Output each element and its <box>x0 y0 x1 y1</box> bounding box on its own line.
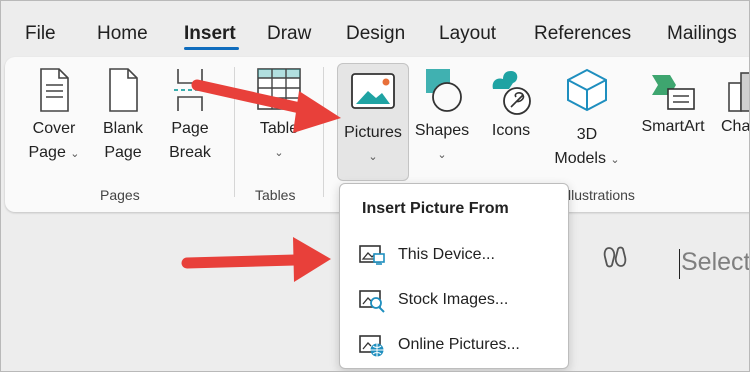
icons-button[interactable]: Icons <box>481 67 541 143</box>
page-break-label-2: Break <box>169 144 211 161</box>
3d-models-icon <box>567 68 607 112</box>
page-break-button[interactable]: Page Break <box>161 67 219 165</box>
tab-references[interactable]: References <box>534 23 631 45</box>
tab-home[interactable]: Home <box>97 23 148 45</box>
blank-page-label-2: Page <box>104 144 142 161</box>
table-label: Table <box>259 120 299 137</box>
online-pictures-label: Online Pictures... <box>398 336 520 353</box>
active-tab-indicator <box>184 47 239 50</box>
blank-page-label-1: Blank <box>102 120 144 137</box>
chart-label: Cha <box>721 118 750 135</box>
icons-label: Icons <box>491 122 531 139</box>
smartart-label: SmartArt <box>641 118 705 135</box>
page-break-icon <box>174 69 206 111</box>
cover-page-label-1: Cover <box>32 120 76 137</box>
tab-file[interactable]: File <box>25 23 56 45</box>
shapes-button[interactable]: Shapes ⌄ <box>409 67 475 167</box>
arrow-to-this-device <box>181 237 331 282</box>
icons-icon <box>492 71 531 115</box>
pictures-label: Pictures <box>344 124 402 141</box>
document-placeholder[interactable]: Select <box>681 248 749 277</box>
table-button[interactable]: Table ⌄ <box>249 67 309 165</box>
insert-picture-dropdown: Insert Picture From This Device... Stock… <box>339 183 569 369</box>
copilot-icon[interactable] <box>602 245 628 269</box>
tab-mailings[interactable]: Mailings <box>667 23 737 45</box>
blank-page-icon <box>109 68 138 112</box>
dropdown-title: Insert Picture From <box>362 200 509 217</box>
smartart-icon <box>652 75 695 110</box>
online-pictures-icon <box>359 335 384 357</box>
smartart-button[interactable]: SmartArt <box>633 67 713 139</box>
3d-models-label-2: Models ⌄ <box>554 150 620 167</box>
ribbon-tabs: File Home Insert Draw Design Layout Refe… <box>1 1 749 57</box>
tab-design[interactable]: Design <box>346 23 405 45</box>
cover-page-label-2: Page ⌄ <box>28 144 80 161</box>
shapes-chevron-icon: ⌄ <box>437 149 447 161</box>
this-device-label: This Device... <box>398 246 495 263</box>
ribbon-separator <box>323 67 324 197</box>
window-frame: File Home Insert Draw Design Layout Refe… <box>0 0 750 372</box>
stock-images-icon <box>359 290 385 313</box>
pictures-chevron-icon: ⌄ <box>368 151 378 163</box>
pictures-button-content[interactable]: Pictures ⌄ <box>337 71 409 169</box>
group-label-illustrations: llustrations <box>568 187 635 203</box>
group-label-pages: Pages <box>100 187 140 203</box>
stock-images-label: Stock Images... <box>398 291 509 308</box>
group-label-tables: Tables <box>255 187 296 203</box>
shapes-label: Shapes <box>414 122 470 139</box>
device-picture-icon <box>359 245 385 265</box>
tab-draw[interactable]: Draw <box>267 23 311 45</box>
table-icon <box>257 68 301 110</box>
menu-item-online-pictures[interactable]: Online Pictures... <box>354 330 554 360</box>
3d-models-button[interactable]: 3D Models ⌄ <box>545 67 629 172</box>
table-chevron-icon: ⌄ <box>274 147 284 159</box>
tab-insert[interactable]: Insert <box>184 23 236 45</box>
menu-item-this-device[interactable]: This Device... <box>354 240 554 270</box>
page-break-label-1: Page <box>171 120 209 137</box>
3d-models-label-1: 3D <box>576 126 598 143</box>
blank-page-button[interactable]: Blank Page <box>95 67 151 165</box>
shapes-icon <box>426 69 462 112</box>
chart-icon <box>728 72 749 112</box>
pictures-icon <box>351 73 395 109</box>
menu-item-stock-images[interactable]: Stock Images... <box>354 285 554 315</box>
cover-page-button[interactable]: Cover Page ⌄ <box>25 67 83 166</box>
tab-layout[interactable]: Layout <box>439 23 496 45</box>
ribbon-separator <box>234 67 235 197</box>
chart-button[interactable]: Cha <box>721 67 750 139</box>
text-cursor <box>679 249 680 279</box>
cover-page-icon <box>40 68 69 112</box>
